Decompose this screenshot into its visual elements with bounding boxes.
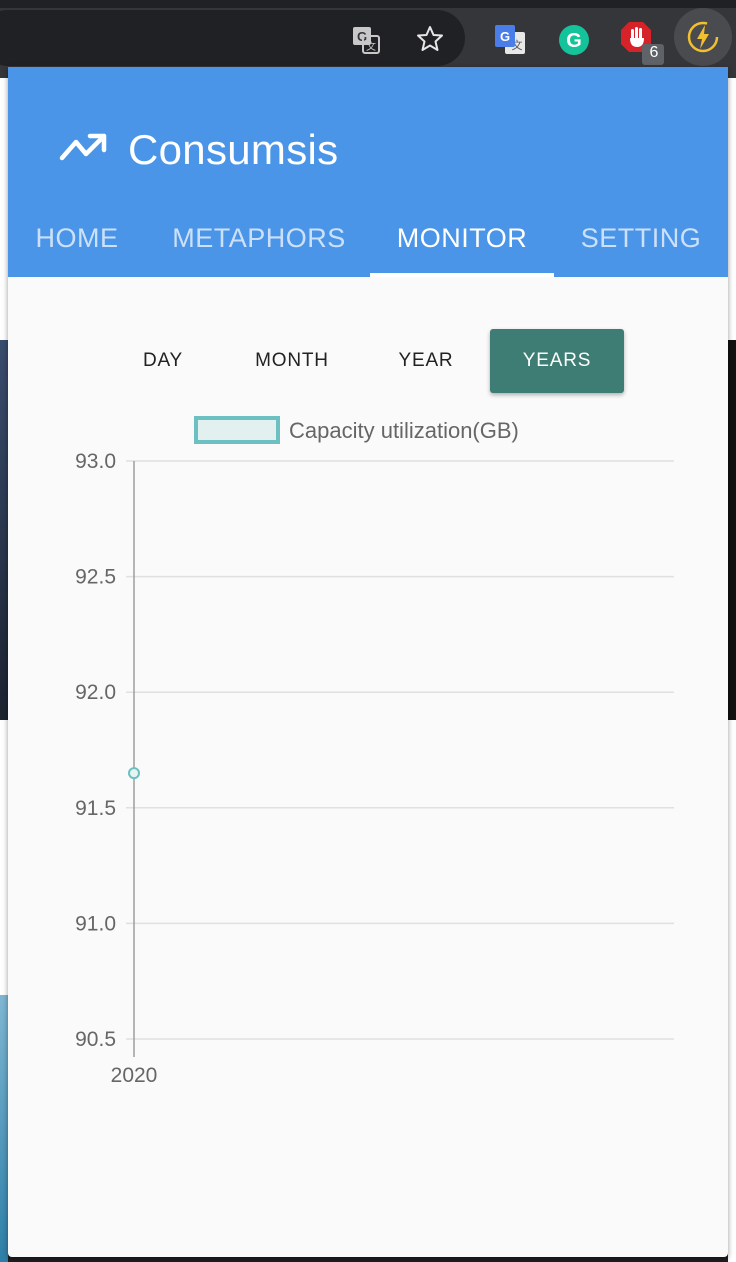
background-image-left bbox=[0, 340, 8, 720]
period-years-button[interactable]: YEARS bbox=[490, 329, 624, 393]
tab-metaphors[interactable]: METAPHORS bbox=[158, 200, 360, 277]
background-image-bottom-left bbox=[0, 995, 8, 1262]
address-bar[interactable] bbox=[0, 10, 465, 66]
app-header: Consumsis HOME METAPHORS MONITOR SETTING bbox=[8, 67, 728, 277]
tab-home[interactable]: HOME bbox=[8, 200, 146, 277]
trending-chart-icon bbox=[58, 130, 110, 170]
background-image-right bbox=[728, 340, 736, 720]
y-tick-label: 91.5 bbox=[75, 797, 116, 820]
grammarly-extension-icon[interactable]: G bbox=[556, 22, 592, 58]
period-month-button[interactable]: MONTH bbox=[236, 329, 348, 393]
google-translate-extension-icon[interactable]: 文 G bbox=[492, 22, 528, 58]
period-selector: DAY MONTH YEAR YEARS bbox=[8, 329, 728, 395]
translate-page-icon[interactable]: G 文 bbox=[350, 24, 382, 56]
x-tick-label: 2020 bbox=[111, 1064, 158, 1087]
y-tick-label: 90.5 bbox=[75, 1028, 116, 1051]
tab-monitor[interactable]: MONITOR bbox=[370, 200, 554, 277]
tab-setting[interactable]: SETTING bbox=[568, 200, 714, 277]
bookmark-star-icon[interactable] bbox=[413, 22, 447, 56]
app-brand: Consumsis bbox=[58, 117, 338, 183]
adblock-extension-icon[interactable]: 6 bbox=[619, 20, 667, 66]
capacity-chart: 93.0 92.5 92.0 91.5 91.0 90.5 2020 Capacity u… bbox=[75, 416, 674, 1087]
y-tick-label: 93.0 bbox=[75, 450, 116, 473]
data-point[interactable] bbox=[128, 767, 140, 780]
app-title: Consumsis bbox=[128, 126, 339, 173]
period-year-button[interactable]: YEAR bbox=[382, 329, 470, 393]
svg-text:G: G bbox=[500, 29, 510, 44]
period-day-button[interactable]: DAY bbox=[124, 329, 202, 393]
svg-text:G: G bbox=[566, 30, 582, 52]
consumsis-extension-icon[interactable] bbox=[674, 8, 732, 66]
active-tab-indicator bbox=[370, 273, 554, 277]
legend-swatch[interactable] bbox=[194, 416, 280, 444]
legend-label: Capacity utilization(GB) bbox=[289, 418, 519, 443]
main-tabs: HOME METAPHORS MONITOR SETTING bbox=[8, 200, 728, 277]
y-tick-label: 91.0 bbox=[75, 912, 116, 935]
y-tick-label: 92.0 bbox=[75, 681, 116, 704]
tab-strip bbox=[0, 0, 736, 8]
svg-text:文: 文 bbox=[366, 40, 376, 53]
y-tick-label: 92.5 bbox=[75, 566, 116, 589]
adblock-badge-count: 6 bbox=[649, 44, 659, 61]
background-page-bottom bbox=[728, 995, 736, 1262]
extension-popup: Consumsis HOME METAPHORS MONITOR SETTING… bbox=[8, 67, 728, 1257]
